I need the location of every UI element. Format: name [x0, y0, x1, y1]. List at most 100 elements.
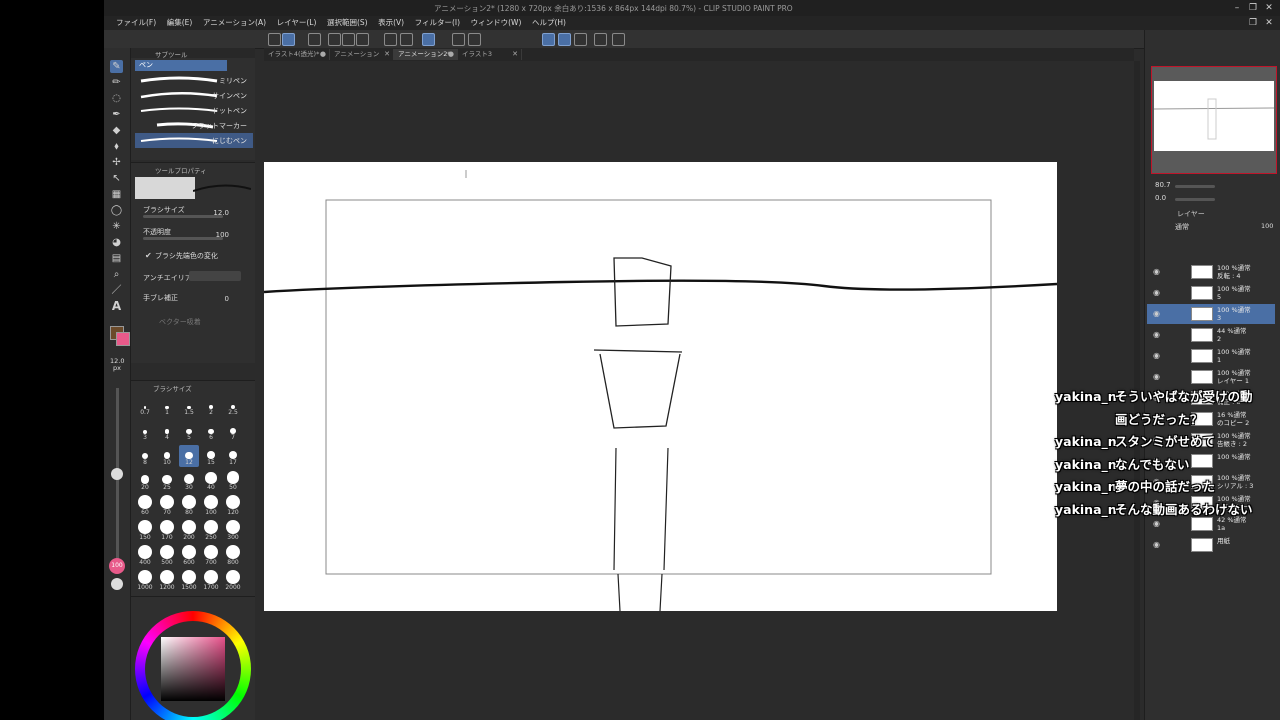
brush-size-preset[interactable]: 1200	[157, 570, 177, 592]
brush-size-preset[interactable]: 200	[179, 520, 199, 542]
open-file-icon[interactable]	[342, 33, 355, 46]
eye-icon[interactable]: ◉	[1153, 309, 1160, 318]
layer-row[interactable]: ◉ 100 %通常 1	[1147, 346, 1275, 366]
saturation-square[interactable]	[161, 637, 225, 701]
tab-illust3[interactable]: イラスト3 ✕	[458, 49, 522, 60]
device-icon[interactable]	[594, 33, 607, 46]
restore-doc-icon[interactable]: ❐	[1246, 17, 1260, 29]
blend-tool-icon[interactable]: ⬧	[110, 140, 123, 153]
brush-size-preset[interactable]: 1000	[135, 570, 155, 592]
eye-icon[interactable]: ◉	[1153, 540, 1160, 549]
text-tool-icon[interactable]: A	[110, 300, 123, 313]
brush-size-preset[interactable]: 700	[201, 545, 221, 567]
eye-icon[interactable]: ◉	[1153, 351, 1160, 360]
menu-view[interactable]: 表示(V)	[374, 16, 408, 30]
brush-size-preset[interactable]: 12	[179, 445, 199, 467]
brush-item[interactable]: ドットペン	[135, 103, 253, 118]
blend-mode-select[interactable]: 通常	[1175, 222, 1189, 232]
brush-size-preset[interactable]: 10	[157, 445, 177, 467]
canvas-area[interactable]	[264, 61, 1134, 720]
brush-size-preset[interactable]: 2.5	[223, 395, 243, 417]
brush-size-preset[interactable]: 1700	[201, 570, 221, 592]
brush-size-preset[interactable]: 50	[223, 470, 243, 492]
zoom-tool-icon[interactable]: ⌕	[110, 268, 123, 281]
redo-icon[interactable]	[400, 33, 413, 46]
brush-size-preset[interactable]: 3	[135, 420, 155, 442]
layer-row[interactable]: ◉ 100 %通常 レイヤー 1	[1147, 367, 1275, 387]
brush-size-preset[interactable]: 150	[135, 520, 155, 542]
move-tool-icon[interactable]: ✢	[110, 156, 123, 169]
brush-size-preset[interactable]: 1	[157, 395, 177, 417]
brush-size-preset[interactable]: 80	[179, 495, 199, 517]
tab-close-icon[interactable]: ●	[320, 49, 326, 60]
menu-layer[interactable]: レイヤー(L)	[273, 16, 321, 30]
eye-icon[interactable]: ◉	[1153, 267, 1160, 276]
menu-animation[interactable]: アニメーション(A)	[199, 16, 270, 30]
brush-item[interactable]: サインペン	[135, 88, 253, 103]
eye-icon[interactable]: ◉	[1153, 330, 1160, 339]
opacity-value[interactable]: 100	[201, 231, 229, 239]
brush-item-selected[interactable]: にじむペン	[135, 133, 253, 148]
minimize-icon[interactable]: –	[1230, 2, 1244, 14]
eye-icon[interactable]: ◉	[1153, 372, 1160, 381]
tool-toggle-icon[interactable]	[282, 33, 295, 46]
pen-tool-icon[interactable]: ✎	[110, 60, 123, 73]
brush-size-preset[interactable]: 250	[201, 520, 221, 542]
lasso-tool-icon[interactable]: ◌	[110, 92, 123, 105]
zoom-value[interactable]: 80.7	[1155, 181, 1171, 189]
canvas-paper[interactable]	[264, 162, 1057, 611]
brush-size-preset[interactable]: 1.5	[179, 395, 199, 417]
new-file-icon[interactable]	[328, 33, 341, 46]
brush-size-preset[interactable]: 100	[201, 495, 221, 517]
brush-size-preset[interactable]: 300	[223, 520, 243, 542]
subtool-group-pen[interactable]: ペン	[135, 60, 227, 71]
fill-icon[interactable]	[452, 33, 465, 46]
snap-special-ruler-icon[interactable]	[558, 33, 571, 46]
checkbox-icon[interactable]: ✔	[145, 251, 152, 260]
tab-animation2[interactable]: アニメーション2* ●	[394, 49, 458, 60]
fill-tool-icon[interactable]: ◕	[110, 236, 123, 249]
angle-value[interactable]: 0.0	[1155, 194, 1166, 202]
layer-row[interactable]: ◉ 100 %通常 反転 : 4	[1147, 262, 1275, 282]
tab-close-icon[interactable]: ✕	[512, 49, 518, 60]
maximize-icon[interactable]: ❐	[1246, 2, 1260, 14]
layer-opacity-value[interactable]: 100	[1261, 222, 1273, 230]
pencil-tool-icon[interactable]: ✏	[110, 76, 123, 89]
brush-size-preset[interactable]: 2	[201, 395, 221, 417]
material-icon[interactable]	[308, 33, 321, 46]
snap-ruler-icon[interactable]	[542, 33, 555, 46]
brush-size-preset[interactable]: 0.7	[135, 395, 155, 417]
menu-icon[interactable]	[268, 33, 281, 46]
transform-icon[interactable]	[468, 33, 481, 46]
angle-slider[interactable]	[1175, 198, 1215, 201]
line-tool-icon[interactable]: ／	[110, 284, 123, 297]
menu-window[interactable]: ウィンドウ(W)	[467, 16, 526, 30]
brush-size-preset[interactable]: 120	[223, 495, 243, 517]
select-tool-icon[interactable]: ◯	[110, 204, 123, 217]
brush-size-preset[interactable]: 6	[201, 420, 221, 442]
menu-file[interactable]: ファイル(F)	[112, 16, 160, 30]
brush-size-preset[interactable]: 8	[135, 445, 155, 467]
opacity-slider-handle[interactable]	[111, 578, 123, 590]
size-slider-handle[interactable]	[111, 468, 123, 480]
layer-row[interactable]: ◉ 100 %通常 3	[1147, 304, 1275, 324]
layer-row[interactable]: ◉ 44 %通常 2	[1147, 325, 1275, 345]
eye-icon[interactable]: ◉	[1153, 288, 1160, 297]
layer-row[interactable]: ◉ 用紙	[1147, 535, 1275, 555]
brush-size-preset[interactable]: 600	[179, 545, 199, 567]
brush-size-preset[interactable]: 25	[157, 470, 177, 492]
tab-close-icon[interactable]: ●	[448, 49, 454, 60]
clear-icon[interactable]	[422, 33, 435, 46]
close-icon[interactable]: ✕	[1262, 2, 1276, 14]
brush-size-preset[interactable]: 60	[135, 495, 155, 517]
navigator-tabs[interactable]	[1151, 46, 1271, 56]
tab-illust4[interactable]: イラスト4(透光)* ●	[264, 49, 330, 60]
brush-size-preset[interactable]: 4	[157, 420, 177, 442]
gradient-tool-icon[interactable]: ▤	[110, 252, 123, 265]
brush-size-preset[interactable]: 400	[135, 545, 155, 567]
save-icon[interactable]	[356, 33, 369, 46]
menu-edit[interactable]: 編集(E)	[163, 16, 197, 30]
close-doc-icon[interactable]: ✕	[1262, 17, 1276, 29]
layer-row[interactable]: ◉ 100 %通常 5	[1147, 283, 1275, 303]
menu-help[interactable]: ヘルプ(H)	[528, 16, 570, 30]
